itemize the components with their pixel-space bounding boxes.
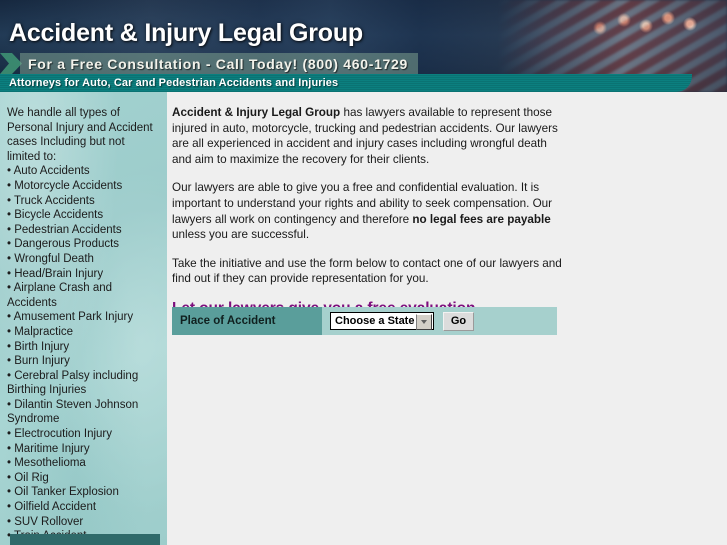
- list-item[interactable]: • Airplane Crash and Accidents: [7, 281, 161, 310]
- intro-paragraph: Accident & Injury Legal Group has lawyer…: [172, 105, 562, 167]
- chevron-down-icon[interactable]: [416, 314, 432, 330]
- article-body: Accident & Injury Legal Group has lawyer…: [172, 92, 562, 331]
- list-item[interactable]: • Bicycle Accidents: [7, 208, 161, 223]
- form-controls: Choose a State Go: [322, 307, 557, 335]
- list-item[interactable]: • SUV Rollover: [7, 515, 161, 530]
- site-title: Accident & Injury Legal Group: [9, 19, 363, 47]
- sidebar-intro-text: We handle all types of Personal Injury a…: [7, 107, 153, 163]
- evaluation-form: Place of Accident Choose a State Go: [172, 307, 557, 335]
- sidebar: We handle all types of Personal Injury a…: [0, 92, 167, 545]
- list-item[interactable]: • Mesothelioma: [7, 456, 161, 471]
- list-item[interactable]: • Motorcycle Accidents: [7, 179, 161, 194]
- evaluation-paragraph: Our lawyers are able to give you a free …: [172, 180, 562, 242]
- list-item[interactable]: • Truck Accidents: [7, 194, 161, 209]
- tagline-text: Attorneys for Auto, Car and Pedestrian A…: [9, 77, 339, 89]
- list-item[interactable]: • Cerebral Palsy including Birthing Inju…: [7, 369, 161, 398]
- practice-areas-list: • Auto Accidents • Motorcycle Accidents …: [7, 164, 161, 545]
- list-item[interactable]: • Auto Accidents: [7, 164, 161, 179]
- consultation-text: For a Free Consultation - Call Today! (8…: [20, 53, 419, 74]
- no-fees-bold: no legal fees are payable: [412, 212, 551, 226]
- chevron-right-icon: [0, 53, 22, 74]
- list-item[interactable]: • Amusement Park Injury: [7, 310, 161, 325]
- list-item[interactable]: • Head/Brain Injury: [7, 267, 161, 282]
- list-item[interactable]: • Birth Injury: [7, 340, 161, 355]
- consultation-row: For a Free Consultation - Call Today! (8…: [0, 53, 727, 74]
- list-item[interactable]: • Oilfield Accident: [7, 500, 161, 515]
- list-item[interactable]: • Dangerous Products: [7, 237, 161, 252]
- state-select-value: Choose a State: [335, 315, 415, 327]
- sidebar-bottom-bar: [10, 534, 160, 545]
- company-name-bold: Accident & Injury Legal Group: [172, 106, 341, 119]
- page-root: Accident & Injury Legal Group For a Free…: [0, 0, 727, 545]
- list-item[interactable]: • Wrongful Death: [7, 252, 161, 267]
- list-item[interactable]: • Malpractice: [7, 325, 161, 340]
- main-content: Accident & Injury Legal Group has lawyer…: [167, 92, 727, 545]
- list-item[interactable]: • Dilantin Steven Johnson Syndrome: [7, 398, 161, 427]
- place-of-accident-label: Place of Accident: [172, 307, 322, 335]
- list-item[interactable]: • Pedestrian Accidents: [7, 223, 161, 238]
- state-select[interactable]: Choose a State: [330, 312, 434, 330]
- go-button[interactable]: Go: [443, 311, 474, 331]
- list-item[interactable]: • Burn Injury: [7, 354, 161, 369]
- list-item[interactable]: • Maritime Injury: [7, 442, 161, 457]
- list-item[interactable]: • Oil Rig: [7, 471, 161, 486]
- sidebar-content: We handle all types of Personal Injury a…: [0, 92, 167, 545]
- evaluation-paragraph-b: unless you are successful.: [172, 228, 310, 242]
- call-to-action-paragraph: Take the initiative and use the form bel…: [172, 256, 562, 286]
- list-item[interactable]: • Oil Tanker Explosion: [7, 485, 161, 500]
- list-item[interactable]: • Electrocution Injury: [7, 427, 161, 442]
